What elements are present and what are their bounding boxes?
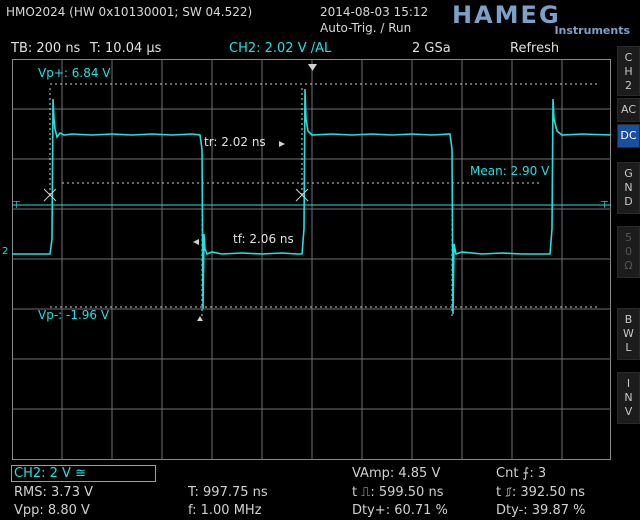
- trigger-level-right-icon: ⊤: [600, 200, 609, 211]
- device-info: HMO2024 (HW 0x10130001; SW 04.522): [6, 5, 253, 19]
- trigger-level-left-icon: ⊤: [12, 200, 21, 211]
- title-bar: HMO2024 (HW 0x10130001; SW 04.522) 2014-…: [0, 0, 640, 40]
- trigger-coupling: AL: [315, 41, 332, 56]
- dc-coupling-button[interactable]: DC: [617, 124, 640, 148]
- gnd-letter-d: D: [624, 195, 633, 208]
- freq-value: f: 1.00 MHz: [188, 503, 262, 518]
- ch-letter-h: H: [624, 65, 633, 78]
- bwl-letter-b: B: [624, 313, 633, 326]
- fifty-digit-5: 5: [625, 231, 632, 244]
- inv-letter-i: I: [626, 377, 631, 390]
- bwl-letter-w: W: [623, 327, 634, 340]
- duty-minus-value: Dty-: 39.87 %: [496, 503, 586, 518]
- vp-minus-label: Vp-: -1.96 V: [38, 308, 110, 322]
- acq-mode[interactable]: Refresh: [510, 41, 559, 59]
- ch2-scale: CH2: 2 V: [14, 466, 71, 481]
- ch2-coupling-icon: ≅: [75, 466, 86, 481]
- trigger-setting[interactable]: CH2: 2.02 V /AL: [229, 41, 331, 59]
- rms-value: RMS: 3.73 V: [14, 485, 93, 500]
- ch2-ground-marker[interactable]: 2: [2, 246, 8, 257]
- trigger-status: Auto-Trig. / Run: [320, 21, 412, 35]
- logo-text: HAMEG: [452, 1, 561, 29]
- inv-letter-n: N: [624, 391, 633, 404]
- tr-label: tr: 2.02 ns: [204, 135, 266, 149]
- tf-label: tf: 2.06 ns: [233, 232, 294, 246]
- datetime: 2014-08-03 15:12: [320, 5, 429, 19]
- sample-rate: 2 GSa: [412, 41, 451, 56]
- gnd-letter-g: G: [624, 167, 633, 180]
- fifty-digit-0: 0: [625, 245, 632, 258]
- vpp-value: Vpp: 8.80 V: [14, 503, 90, 518]
- inv-letter-v: V: [624, 405, 633, 418]
- tf-point-marker: [197, 316, 203, 321]
- ch2-scale-box[interactable]: CH2: 2 V ≅: [11, 465, 156, 482]
- tf-marker: [193, 239, 199, 245]
- inv-button[interactable]: I N V: [617, 372, 640, 424]
- channel-selector[interactable]: C H 2: [617, 46, 640, 96]
- bwl-letter-l: L: [625, 341, 632, 354]
- ac-coupling-button[interactable]: AC: [617, 98, 640, 122]
- neg-pulse-width: t ⎎: 392.50 ns: [496, 485, 586, 500]
- vp-plus-label: Vp+: 6.84 V: [38, 66, 111, 80]
- vamp-value: VAmp: 4.85 V: [352, 466, 441, 481]
- duty-plus-value: Dty+: 60.71 %: [352, 503, 448, 518]
- 50-ohm-button[interactable]: 5 0 Ω: [617, 226, 640, 278]
- period-value: T: 997.75 ns: [188, 485, 268, 500]
- cursor-markers: [43, 188, 309, 202]
- waveform-display[interactable]: [12, 59, 611, 460]
- ch-letter-c: C: [624, 51, 633, 64]
- ch-letter-2: 2: [625, 79, 632, 92]
- graticule: [12, 59, 611, 460]
- trigger-channel: CH2: 2.02 V: [229, 41, 307, 56]
- mean-label: Mean: 2.90 V: [470, 164, 550, 178]
- tr-marker: [279, 141, 285, 147]
- logo-subtext: Instruments: [554, 24, 630, 37]
- pos-pulse-width: t ⎍: 599.50 ns: [352, 485, 444, 500]
- trigger-position-marker: [308, 64, 317, 71]
- trigger-time[interactable]: T: 10.04 µs: [90, 41, 161, 59]
- ohm-icon: Ω: [624, 259, 633, 272]
- timebase[interactable]: TB: 200 ns: [11, 41, 80, 59]
- gnd-letter-n: N: [624, 181, 633, 194]
- gnd-button[interactable]: G N D: [617, 162, 640, 214]
- measurement-cursors: [49, 83, 600, 319]
- bwl-button[interactable]: B W L: [617, 308, 640, 360]
- count-value: Cnt ⨍: 3: [496, 466, 547, 481]
- hameg-logo: HAMEG Instruments: [452, 2, 632, 38]
